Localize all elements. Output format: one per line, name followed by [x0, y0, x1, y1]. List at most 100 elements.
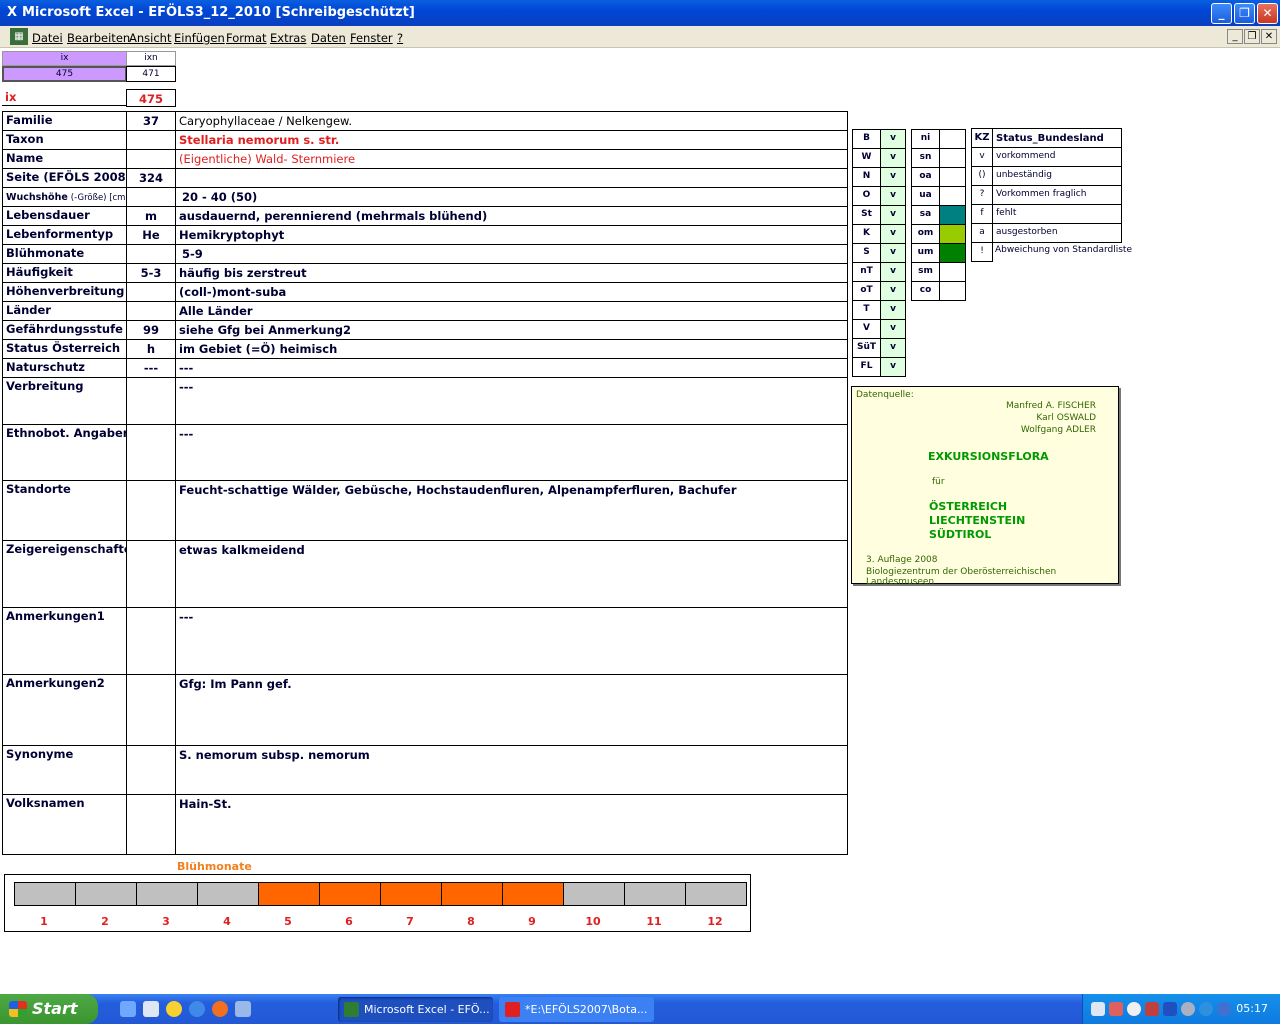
code-familie[interactable]: 37: [126, 111, 176, 131]
code-seite-efoels-2008[interactable]: 324: [126, 168, 176, 188]
search-tray-icon[interactable]: [1127, 1002, 1141, 1016]
month-bar-8[interactable]: [441, 882, 503, 906]
month-bar-10[interactable]: [563, 882, 625, 906]
code-bluehmonate[interactable]: [126, 244, 176, 264]
value-ethnobot-angaben[interactable]: ---: [175, 424, 848, 481]
doc-restore-button[interactable]: ❐: [1244, 29, 1260, 44]
alert-tray-icon[interactable]: [1145, 1002, 1159, 1016]
menu-help[interactable]: ?: [397, 31, 403, 45]
zone-ua-color[interactable]: [939, 186, 966, 206]
value-zeigereigenschaften[interactable]: etwas kalkmeidend: [175, 540, 848, 608]
doc-minimize-button[interactable]: _: [1227, 29, 1243, 44]
code-volksnamen[interactable]: [126, 794, 176, 855]
state-v-value[interactable]: v: [880, 319, 906, 339]
month-bar-6[interactable]: [319, 882, 381, 906]
month-bar-11[interactable]: [624, 882, 686, 906]
ix-value-cell[interactable]: 475: [2, 66, 127, 82]
security-tray-icon[interactable]: [1109, 1002, 1123, 1016]
code-gefaehrdungsstufe[interactable]: 99: [126, 320, 176, 340]
value-status-oesterreich[interactable]: im Gebiet (=Ö) heimisch: [175, 339, 848, 359]
quicklaunch-desktop-icon[interactable]: [120, 1001, 136, 1017]
title-bar[interactable]: X Microsoft Excel - EFÖLS3_12_2010 [Schr…: [0, 0, 1280, 26]
menu-format[interactable]: Format: [226, 31, 267, 45]
value-naturschutz[interactable]: ---: [175, 358, 848, 378]
code-zeigereigenschaften[interactable]: [126, 540, 176, 608]
state-b-value[interactable]: v: [880, 129, 906, 149]
ixn-value-cell[interactable]: 471: [126, 66, 176, 82]
zone-om-color[interactable]: [939, 224, 966, 244]
state-o-value[interactable]: v: [880, 186, 906, 206]
code-hoehenverbreitung[interactable]: [126, 282, 176, 302]
value-name[interactable]: (Eigentliche) Wald- Sternmiere: [175, 149, 848, 169]
code-anmerkungen2[interactable]: [126, 674, 176, 746]
zone-sa-color[interactable]: [939, 205, 966, 225]
state-ot-value[interactable]: v: [880, 281, 906, 301]
month-bar-3[interactable]: [136, 882, 198, 906]
state-s-value[interactable]: v: [880, 243, 906, 263]
state-fl-value[interactable]: v: [880, 357, 906, 377]
code-verbreitung[interactable]: [126, 377, 176, 425]
task-excel[interactable]: Microsoft Excel - EFÖ...: [338, 997, 493, 1022]
value-gefaehrdungsstufe[interactable]: siehe Gfg bei Anmerkung2: [175, 320, 848, 340]
restore-button[interactable]: ❐: [1234, 3, 1255, 24]
state-nt-value[interactable]: v: [880, 262, 906, 282]
value-volksnamen[interactable]: Hain-St.: [175, 794, 848, 855]
menu-fenster[interactable]: Fenster: [350, 31, 393, 45]
value-bluehmonate[interactable]: 5-9: [175, 244, 848, 264]
code-taxon[interactable]: [126, 130, 176, 150]
value-seite-efoels-2008[interactable]: [175, 168, 848, 188]
doc-close-button[interactable]: ✕: [1261, 29, 1277, 44]
state-n-value[interactable]: v: [880, 167, 906, 187]
value-familie[interactable]: Caryophyllaceae / Nelkengew.: [175, 111, 848, 131]
quicklaunch-media-icon[interactable]: [166, 1001, 182, 1017]
month-bar-5[interactable]: [258, 882, 320, 906]
month-bar-1[interactable]: [14, 882, 76, 906]
excel-app-icon[interactable]: X: [4, 5, 20, 21]
menu-datei[interactable]: Datei: [32, 31, 63, 45]
info-tray-icon[interactable]: [1199, 1002, 1213, 1016]
ix-label-cell[interactable]: ix: [2, 89, 127, 106]
menu-extras[interactable]: Extras: [270, 31, 306, 45]
state-w-value[interactable]: v: [880, 148, 906, 168]
state-k-value[interactable]: v: [880, 224, 906, 244]
code-synonyme[interactable]: [126, 745, 176, 795]
speaker-tray-icon[interactable]: [1181, 1002, 1195, 1016]
menu-einfuegen[interactable]: Einfügen: [174, 31, 225, 45]
code-anmerkungen1[interactable]: [126, 607, 176, 675]
state-st-value[interactable]: v: [880, 205, 906, 225]
code-wuchshoehe[interactable]: [126, 187, 176, 207]
value-anmerkungen1[interactable]: ---: [175, 607, 848, 675]
zone-ni-color[interactable]: [939, 129, 966, 149]
zone-oa-color[interactable]: [939, 167, 966, 187]
state-t-value[interactable]: v: [880, 300, 906, 320]
quicklaunch-firefox-icon[interactable]: [212, 1001, 228, 1017]
state-suet-value[interactable]: v: [880, 338, 906, 358]
value-taxon[interactable]: Stellaria nemorum s. str.: [175, 130, 848, 150]
menu-daten[interactable]: Daten: [311, 31, 346, 45]
month-bar-4[interactable]: [197, 882, 259, 906]
value-standorte[interactable]: Feucht-schattige Wälder, Gebüsche, Hochs…: [175, 480, 848, 541]
quicklaunch-outlook-icon[interactable]: [143, 1001, 159, 1017]
value-lebensdauer[interactable]: ausdauernd, perennierend (mehrmals blühe…: [175, 206, 848, 226]
task-editor[interactable]: *E:\EFÖLS2007\Bota...: [499, 997, 654, 1022]
workbook-icon[interactable]: ▦: [10, 28, 28, 45]
menu-bearbeiten[interactable]: Bearbeiten: [67, 31, 130, 45]
zone-sm-color[interactable]: [939, 262, 966, 282]
code-haeufigkeit[interactable]: 5-3: [126, 263, 176, 283]
code-lebensdauer[interactable]: m: [126, 206, 176, 226]
value-laender[interactable]: Alle Länder: [175, 301, 848, 321]
code-laender[interactable]: [126, 301, 176, 321]
bloom-months-chart[interactable]: 1 2 3 4 5 6 7 8 9 10 11 12: [4, 874, 751, 932]
value-anmerkungen2[interactable]: Gfg: Im Pann gef.: [175, 674, 848, 746]
value-synonyme[interactable]: S. nemorum subsp. nemorum: [175, 745, 848, 795]
code-lebenformentyp[interactable]: He: [126, 225, 176, 245]
value-wuchshoehe[interactable]: 20 - 40 (50): [175, 187, 848, 207]
code-ethnobot-angaben[interactable]: [126, 424, 176, 481]
start-button[interactable]: Start: [0, 994, 98, 1024]
value-haeufigkeit[interactable]: häufig bis zerstreut: [175, 263, 848, 283]
network-tray-icon[interactable]: [1091, 1002, 1105, 1016]
value-hoehenverbreitung[interactable]: (coll-)mont-suba: [175, 282, 848, 302]
shield-tray-icon[interactable]: [1163, 1002, 1177, 1016]
code-name[interactable]: [126, 149, 176, 169]
ix-header-cell[interactable]: ix: [2, 51, 127, 66]
